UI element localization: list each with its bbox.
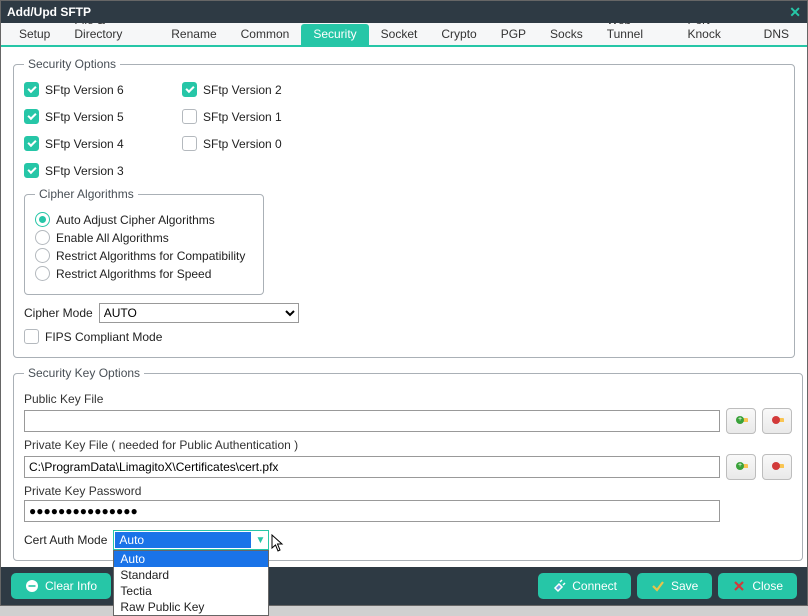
public-key-label: Public Key File: [24, 392, 792, 406]
radio-label: Restrict Algorithms for Speed: [56, 267, 211, 281]
security-key-options-fieldset: Security Key Options Public Key File + P…: [13, 366, 803, 561]
cert-auth-mode-dropdown[interactable]: Auto Standard Tectia Raw Public Key: [113, 550, 269, 616]
save-button[interactable]: Save: [637, 573, 712, 599]
checkbox-sftp-v0[interactable]: SFtp Version 0: [182, 136, 332, 151]
clear-info-button[interactable]: Clear Info: [11, 573, 111, 599]
tab-socks[interactable]: Socks: [538, 24, 595, 45]
plug-icon: [552, 579, 566, 593]
radio-restrict-speed[interactable]: Restrict Algorithms for Speed: [35, 266, 253, 281]
tab-bar: Setup File & Directory Rename Common Sec…: [1, 23, 807, 47]
window-title: Add/Upd SFTP: [7, 5, 91, 19]
checkbox-label: SFtp Version 3: [45, 164, 124, 178]
checkbox-label: SFtp Version 6: [45, 83, 124, 97]
tab-socket[interactable]: Socket: [369, 24, 430, 45]
cipher-algorithms-fieldset: Cipher Algorithms Auto Adjust Cipher Alg…: [24, 187, 264, 295]
private-key-password-input[interactable]: [24, 500, 720, 522]
tab-setup[interactable]: Setup: [7, 24, 62, 45]
button-label: Clear Info: [45, 579, 97, 593]
radio-label: Restrict Algorithms for Compatibility: [56, 249, 245, 263]
public-key-input[interactable]: [24, 410, 720, 432]
security-options-legend: Security Options: [24, 57, 120, 71]
radio-label: Auto Adjust Cipher Algorithms: [56, 213, 215, 227]
clear-private-key-button[interactable]: [762, 454, 792, 480]
checkbox-sftp-v1[interactable]: SFtp Version 1: [182, 109, 332, 124]
checkbox-sftp-v3[interactable]: SFtp Version 3: [24, 163, 174, 178]
button-label: Close: [752, 579, 783, 593]
checkbox-label: SFtp Version 4: [45, 137, 124, 151]
connect-button[interactable]: Connect: [538, 573, 631, 599]
x-icon: [732, 579, 746, 593]
window: Add/Upd SFTP ✕ Setup File & Directory Re…: [0, 0, 808, 606]
radio-label: Enable All Algorithms: [56, 231, 169, 245]
checkbox-fips[interactable]: FIPS Compliant Mode: [24, 329, 784, 344]
dropdown-option-raw-public-key[interactable]: Raw Public Key: [114, 599, 268, 615]
close-button[interactable]: Close: [718, 573, 797, 599]
radio-auto-adjust[interactable]: Auto Adjust Cipher Algorithms: [35, 212, 253, 227]
button-label: Connect: [572, 579, 617, 593]
security-options-fieldset: Security Options SFtp Version 6 SFtp Ver…: [13, 57, 795, 358]
browse-private-key-button[interactable]: +: [726, 454, 756, 480]
cipher-mode-select[interactable]: AUTO: [99, 303, 299, 323]
radio-enable-all[interactable]: Enable All Algorithms: [35, 230, 253, 245]
button-label: Save: [671, 579, 698, 593]
tab-dns[interactable]: DNS: [752, 24, 801, 45]
private-key-label: Private Key File ( needed for Public Aut…: [24, 438, 792, 452]
mouse-cursor-icon: [271, 534, 287, 554]
checkbox-sftp-v6[interactable]: SFtp Version 6: [24, 82, 174, 97]
checkbox-label: SFtp Version 0: [203, 137, 282, 151]
checkbox-sftp-v5[interactable]: SFtp Version 5: [24, 109, 174, 124]
tab-security[interactable]: Security: [301, 24, 368, 45]
clear-icon: [25, 579, 39, 593]
checkbox-sftp-v4[interactable]: SFtp Version 4: [24, 136, 174, 151]
chevron-down-icon: ▼: [252, 535, 268, 546]
tab-common[interactable]: Common: [229, 24, 302, 45]
check-icon: [651, 579, 665, 593]
tab-pgp[interactable]: PGP: [489, 24, 538, 45]
tab-rename[interactable]: Rename: [159, 24, 228, 45]
checkbox-sftp-v2[interactable]: SFtp Version 2: [182, 82, 332, 97]
radio-restrict-compat[interactable]: Restrict Algorithms for Compatibility: [35, 248, 253, 263]
dropdown-option-standard[interactable]: Standard: [114, 567, 268, 583]
checkbox-label: FIPS Compliant Mode: [45, 330, 162, 344]
sftp-versions-grid: SFtp Version 6 SFtp Version 2 SFtp Versi…: [24, 79, 784, 181]
content-area: Security Options SFtp Version 6 SFtp Ver…: [1, 47, 807, 569]
cert-auth-mode-value: Auto: [115, 532, 251, 548]
checkbox-label: SFtp Version 1: [203, 110, 282, 124]
checkbox-label: SFtp Version 2: [203, 83, 282, 97]
cert-auth-mode-select[interactable]: Auto ▼: [113, 530, 269, 550]
private-key-password-label: Private Key Password: [24, 484, 792, 498]
browse-public-key-button[interactable]: +: [726, 408, 756, 434]
cert-auth-mode-label: Cert Auth Mode: [24, 533, 107, 547]
clear-public-key-button[interactable]: [762, 408, 792, 434]
close-icon[interactable]: ✕: [789, 4, 801, 21]
security-key-options-legend: Security Key Options: [24, 366, 144, 380]
cipher-algorithms-legend: Cipher Algorithms: [35, 187, 138, 201]
cipher-mode-label: Cipher Mode: [24, 306, 93, 320]
dropdown-option-auto[interactable]: Auto: [114, 551, 268, 567]
private-key-input[interactable]: [24, 456, 720, 478]
dropdown-option-tectia[interactable]: Tectia: [114, 583, 268, 599]
checkbox-label: SFtp Version 5: [45, 110, 124, 124]
titlebar: Add/Upd SFTP ✕: [1, 1, 807, 23]
tab-crypto[interactable]: Crypto: [429, 24, 488, 45]
